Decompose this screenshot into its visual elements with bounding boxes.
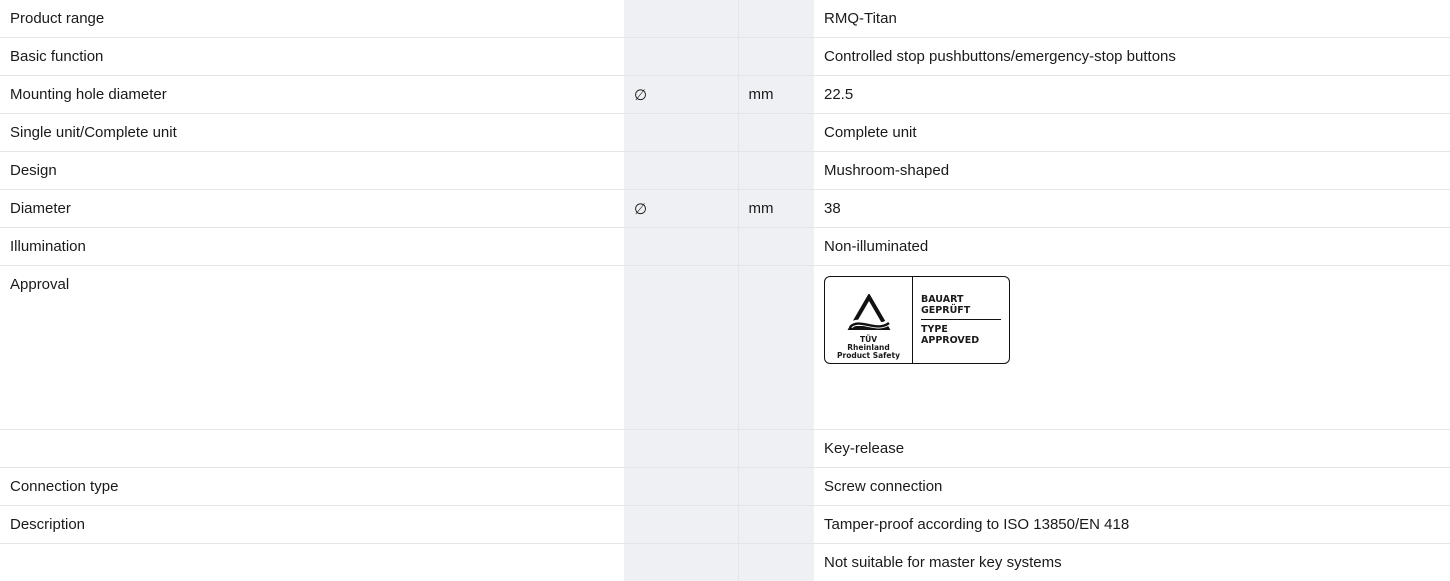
row-value: Not suitable for master key systems	[814, 544, 1450, 581]
row-value: Controlled stop pushbuttons/emergency-st…	[814, 38, 1450, 76]
row-value: Screw connection	[814, 468, 1450, 506]
row-label: Product range	[0, 0, 624, 38]
row-label	[0, 430, 624, 468]
row-unit: mm	[738, 190, 814, 228]
row-value: Non-illuminated	[814, 228, 1450, 266]
approval-text-block: BAUART GEPRÜFT TYPE APPROVED	[913, 277, 1009, 363]
row-unit	[738, 266, 814, 430]
approval-divider	[921, 319, 1001, 320]
approval-text-line: TYPE	[921, 324, 1001, 335]
row-value: Complete unit	[814, 114, 1450, 152]
table-row: Approval TÜV Rheinland Product Safety	[0, 266, 1450, 430]
row-symbol	[624, 228, 738, 266]
row-unit	[738, 152, 814, 190]
row-label: Description	[0, 506, 624, 544]
table-row: Product range RMQ-Titan	[0, 0, 1450, 38]
table-row: Mounting hole diameter ∅ mm 22.5	[0, 76, 1450, 114]
row-unit	[738, 114, 814, 152]
table-row: Design Mushroom-shaped	[0, 152, 1450, 190]
row-unit	[738, 228, 814, 266]
row-unit	[738, 468, 814, 506]
table-row: Description Tamper-proof according to IS…	[0, 506, 1450, 544]
row-value: 38	[814, 190, 1450, 228]
row-unit	[738, 0, 814, 38]
table-row: Key-release	[0, 430, 1450, 468]
row-label: Single unit/Complete unit	[0, 114, 624, 152]
table-row: Single unit/Complete unit Complete unit	[0, 114, 1450, 152]
row-unit	[738, 544, 814, 581]
row-unit	[738, 506, 814, 544]
tuv-approval-logo: TÜV Rheinland Product Safety BAUART GEPR…	[824, 276, 1010, 364]
spec-table: Product range RMQ-Titan Basic function C…	[0, 0, 1450, 581]
row-label: Approval	[0, 266, 624, 430]
row-label: Mounting hole diameter	[0, 76, 624, 114]
row-symbol	[624, 266, 738, 430]
table-row: Diameter ∅ mm 38	[0, 190, 1450, 228]
row-value: Tamper-proof according to ISO 13850/EN 4…	[814, 506, 1450, 544]
table-row: Illumination Non-illuminated	[0, 228, 1450, 266]
row-label: Diameter	[0, 190, 624, 228]
row-symbol	[624, 430, 738, 468]
approval-text-line: APPROVED	[921, 335, 1001, 346]
row-unit	[738, 430, 814, 468]
table-row: Not suitable for master key systems	[0, 544, 1450, 581]
row-symbol	[624, 0, 738, 38]
table-row: Connection type Screw connection	[0, 468, 1450, 506]
row-label: Basic function	[0, 38, 624, 76]
row-unit: mm	[738, 76, 814, 114]
row-symbol	[624, 544, 738, 581]
row-symbol	[624, 152, 738, 190]
row-symbol	[624, 506, 738, 544]
diameter-symbol: ∅	[624, 76, 738, 114]
row-symbol	[624, 468, 738, 506]
tuv-brand-block: TÜV Rheinland Product Safety	[825, 277, 913, 363]
row-label: Design	[0, 152, 624, 190]
approval-text-line: BAUART	[921, 294, 1001, 305]
tuv-brand-line: Product Safety	[837, 352, 900, 360]
row-value: Key-release	[814, 430, 1450, 468]
tuv-triangle-icon	[846, 294, 892, 334]
row-symbol	[624, 38, 738, 76]
table-row: Basic function Controlled stop pushbutto…	[0, 38, 1450, 76]
row-unit	[738, 38, 814, 76]
row-value: 22.5	[814, 76, 1450, 114]
approval-text-line: GEPRÜFT	[921, 305, 1001, 316]
row-value: RMQ-Titan	[814, 0, 1450, 38]
row-symbol	[624, 114, 738, 152]
row-label: Connection type	[0, 468, 624, 506]
row-label	[0, 544, 624, 581]
diameter-symbol: ∅	[624, 190, 738, 228]
row-value: Mushroom-shaped	[814, 152, 1450, 190]
approval-cell: TÜV Rheinland Product Safety BAUART GEPR…	[814, 266, 1450, 430]
row-label: Illumination	[0, 228, 624, 266]
